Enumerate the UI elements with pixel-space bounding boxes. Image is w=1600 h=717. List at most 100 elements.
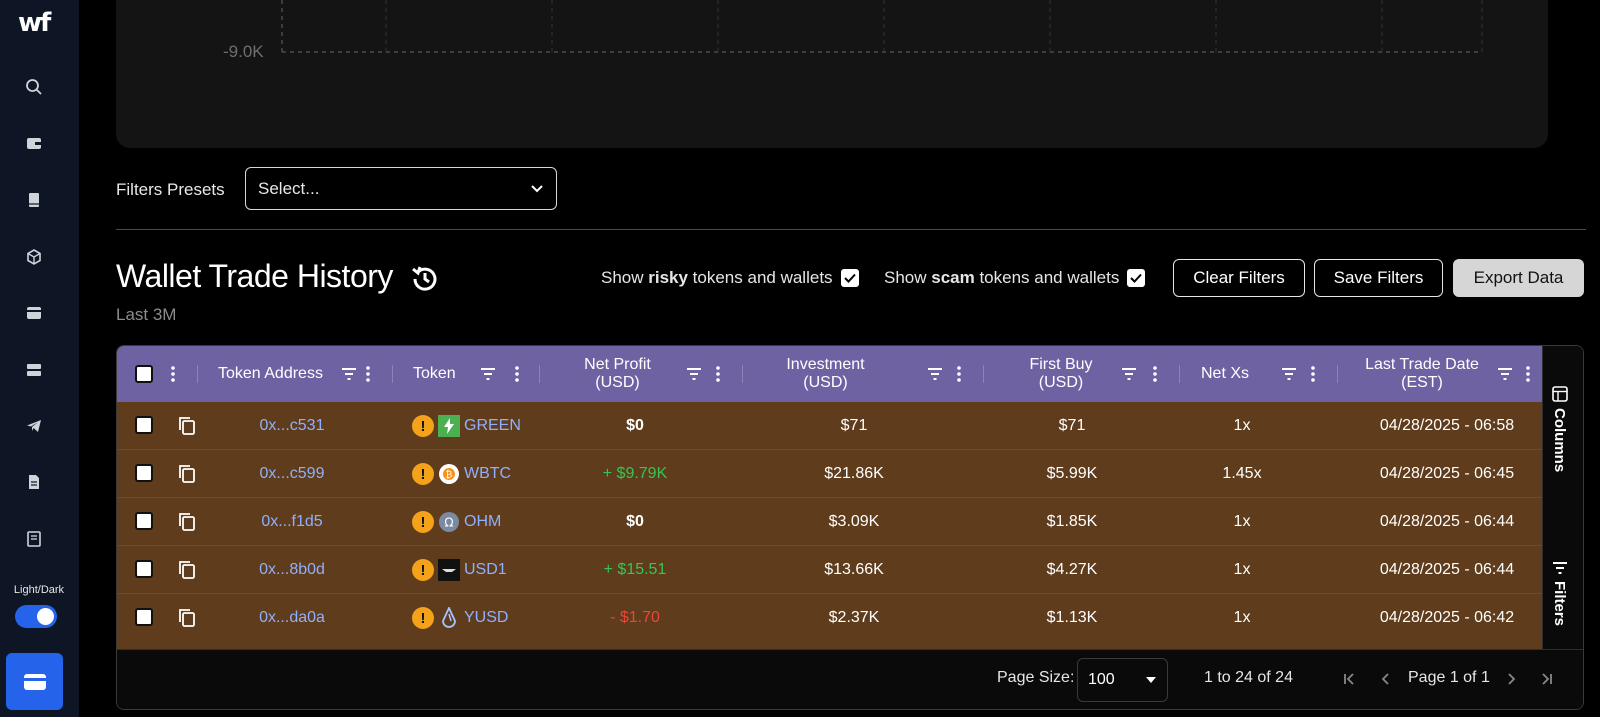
chart-card bbox=[116, 0, 1548, 148]
column-separator bbox=[1337, 365, 1338, 383]
copy-icon[interactable] bbox=[177, 511, 197, 533]
table-row[interactable]: 0x...c531 ! GREEN $0 $71 $71 1x 04/28/20… bbox=[117, 402, 1542, 450]
token-address-link[interactable]: 0x...8b0d bbox=[247, 546, 337, 594]
token-cell: ! GREEN bbox=[412, 402, 552, 450]
token-symbol[interactable]: USD1 bbox=[464, 561, 507, 579]
column-separator bbox=[983, 365, 984, 383]
prev-page-icon[interactable] bbox=[1376, 668, 1396, 690]
page-size-select[interactable]: 100 bbox=[1077, 658, 1168, 702]
col-net-profit[interactable]: Net Profit (USD) bbox=[560, 346, 675, 402]
col-first-buy[interactable]: First Buy (USD) bbox=[1006, 346, 1116, 402]
investment-cell: $13.66K bbox=[824, 561, 884, 578]
token-symbol[interactable]: WBTC bbox=[464, 465, 511, 483]
document-icon[interactable] bbox=[22, 470, 46, 494]
row-checkbox[interactable] bbox=[135, 608, 153, 626]
scam-checkbox[interactable] bbox=[1127, 269, 1146, 287]
lightning-icon bbox=[438, 415, 460, 437]
select-all-checkbox[interactable] bbox=[135, 365, 153, 383]
last-trade-cell: 04/28/2025 - 06:42 bbox=[1379, 609, 1515, 626]
sidebar: wf Light/Dark bbox=[0, 0, 79, 717]
row-checkbox[interactable] bbox=[135, 512, 153, 530]
wallet-icon[interactable] bbox=[22, 131, 46, 155]
table-row[interactable]: 0x...da0a ! YUSD - $1.70 $2.37K $1.13K 1… bbox=[117, 594, 1542, 642]
show-risky-toggle[interactable]: Show risky tokens and wallets bbox=[601, 268, 859, 288]
copy-icon[interactable] bbox=[177, 415, 197, 437]
check-icon bbox=[1130, 273, 1143, 283]
row-checkbox[interactable] bbox=[135, 416, 153, 434]
history-icon[interactable] bbox=[409, 263, 441, 295]
drop-icon bbox=[438, 607, 460, 629]
copy-icon[interactable] bbox=[177, 559, 197, 581]
svg-text:₿: ₿ bbox=[446, 470, 453, 481]
notebook-icon[interactable] bbox=[22, 527, 46, 551]
card-icon[interactable] bbox=[22, 301, 46, 325]
filter-icon[interactable] bbox=[479, 365, 497, 383]
filter-icon[interactable] bbox=[1280, 365, 1298, 383]
server-icon[interactable] bbox=[22, 358, 46, 382]
row-checkbox[interactable] bbox=[135, 560, 153, 578]
column-menu-icon[interactable] bbox=[168, 364, 178, 384]
col-last-trade-date[interactable]: Last Trade Date (EST) bbox=[1357, 346, 1487, 402]
page-range: 1 to 24 of 24 bbox=[1204, 669, 1293, 686]
last-page-icon[interactable] bbox=[1537, 668, 1557, 690]
filters-tab[interactable]: Filters bbox=[1551, 561, 1568, 626]
token-symbol[interactable]: GREEN bbox=[464, 417, 521, 435]
col-investment[interactable]: Investment (USD) bbox=[763, 346, 888, 402]
token-address-link[interactable]: 0x...c599 bbox=[247, 450, 337, 498]
app-logo[interactable]: wf bbox=[18, 8, 51, 38]
filter-icon[interactable] bbox=[926, 365, 944, 383]
search-icon[interactable] bbox=[22, 75, 46, 99]
table-row[interactable]: 0x...c599 ! ₿ WBTC + $9.79K $21.86K $5.9… bbox=[117, 450, 1542, 498]
column-separator bbox=[742, 365, 743, 383]
show-scam-toggle[interactable]: Show scam tokens and wallets bbox=[884, 268, 1146, 288]
column-menu-icon[interactable] bbox=[512, 364, 522, 384]
clear-filters-button[interactable]: Clear Filters bbox=[1173, 259, 1305, 297]
table-row[interactable]: 0x...8b0d ! USD1 + $15.51 $13.66K $4.27K… bbox=[117, 546, 1542, 594]
filters-presets-select[interactable]: Select... bbox=[245, 167, 557, 210]
token-symbol[interactable]: YUSD bbox=[464, 609, 508, 627]
export-data-button[interactable]: Export Data bbox=[1453, 259, 1584, 297]
column-separator bbox=[392, 365, 393, 383]
token-address-link[interactable]: 0x...da0a bbox=[247, 594, 337, 642]
filter-icon[interactable] bbox=[685, 365, 703, 383]
telegram-icon[interactable] bbox=[22, 414, 46, 438]
column-menu-icon[interactable] bbox=[1150, 364, 1160, 384]
first-page-icon[interactable] bbox=[1339, 668, 1359, 690]
cube-icon[interactable] bbox=[22, 245, 46, 269]
column-menu-icon[interactable] bbox=[1308, 364, 1318, 384]
book-icon[interactable] bbox=[22, 188, 46, 212]
column-menu-icon[interactable] bbox=[954, 364, 964, 384]
copy-icon[interactable] bbox=[177, 607, 197, 629]
copy-icon[interactable] bbox=[177, 463, 197, 485]
token-address-link[interactable]: 0x...c531 bbox=[247, 402, 337, 450]
investment-cell: $3.09K bbox=[828, 513, 880, 530]
wallet-button[interactable] bbox=[6, 653, 63, 710]
columns-tab[interactable]: Columns bbox=[1551, 386, 1568, 472]
save-filters-button[interactable]: Save Filters bbox=[1314, 259, 1443, 297]
row-checkbox[interactable] bbox=[135, 464, 153, 482]
next-page-icon[interactable] bbox=[1501, 668, 1521, 690]
filter-icon[interactable] bbox=[1496, 365, 1514, 383]
risky-checkbox[interactable] bbox=[840, 269, 859, 287]
col-net-xs[interactable]: Net Xs bbox=[1201, 346, 1251, 402]
col-token[interactable]: Token bbox=[413, 346, 463, 402]
column-menu-icon[interactable] bbox=[363, 364, 373, 384]
omega-icon: Ω bbox=[438, 511, 460, 533]
filter-icon[interactable] bbox=[1120, 365, 1138, 383]
token-symbol[interactable]: OHM bbox=[464, 513, 501, 531]
table-row[interactable]: 0x...f1d5 ! Ω OHM $0 $3.09K $1.85K 1x 04… bbox=[117, 498, 1542, 546]
chevron-down-icon bbox=[531, 184, 543, 192]
token-address-link[interactable]: 0x...f1d5 bbox=[247, 498, 337, 546]
filter-icon[interactable] bbox=[340, 365, 358, 383]
column-menu-icon[interactable] bbox=[713, 364, 723, 384]
column-menu-icon[interactable] bbox=[1523, 364, 1533, 384]
show-scam-label: Show scam tokens and wallets bbox=[884, 268, 1120, 287]
first-buy-cell: $4.27K bbox=[1046, 561, 1098, 578]
token-cell: ! ₿ WBTC bbox=[412, 450, 552, 498]
first-buy-cell: $71 bbox=[1058, 417, 1086, 434]
table-body: 0x...c531 ! GREEN $0 $71 $71 1x 04/28/20… bbox=[117, 402, 1542, 649]
theme-toggle[interactable] bbox=[15, 605, 57, 628]
column-separator bbox=[1179, 365, 1180, 383]
col-token-address[interactable]: Token Address bbox=[218, 346, 338, 402]
warning-icon: ! bbox=[412, 559, 434, 581]
